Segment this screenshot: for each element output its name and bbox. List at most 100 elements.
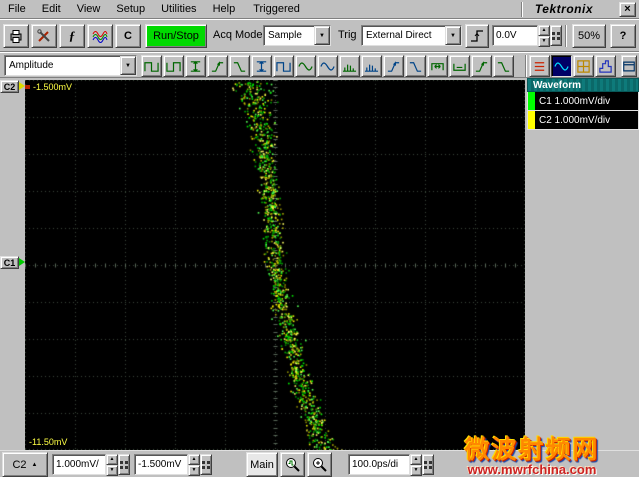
spin-down-icon[interactable]: ▼ bbox=[410, 465, 422, 476]
color-palette-icon[interactable] bbox=[573, 55, 594, 77]
oscilloscope-app: File Edit View Setup Utilities Help Trig… bbox=[0, 0, 639, 477]
amplitude-icon[interactable] bbox=[185, 55, 206, 77]
low-icon[interactable] bbox=[163, 55, 184, 77]
context-help-button[interactable]: ? bbox=[610, 24, 636, 48]
measurement-category-value: Amplitude bbox=[9, 60, 54, 71]
trig-level-input[interactable]: 0.0V bbox=[492, 25, 538, 46]
neg-width-icon[interactable] bbox=[449, 55, 470, 77]
main-timebase-label: Main bbox=[250, 458, 274, 471]
chevron-down-icon[interactable]: ▼ bbox=[120, 56, 136, 75]
mean-icon[interactable] bbox=[295, 55, 316, 77]
rise-time-icon[interactable] bbox=[471, 55, 492, 77]
magnifier-waveform-icon bbox=[286, 458, 300, 472]
spin-up-icon[interactable]: ▲ bbox=[538, 25, 550, 36]
waveform-panel: Waveform C1 1.000mV/div C2 1.000mV/div bbox=[527, 78, 639, 130]
keypad-icon[interactable] bbox=[118, 454, 130, 475]
measurement-category-select[interactable]: Amplitude ▼ bbox=[4, 55, 137, 76]
cycle-mean-icon[interactable] bbox=[317, 55, 338, 77]
waveform-list: C1 1.000mV/div C2 1.000mV/div bbox=[527, 92, 639, 130]
zoom-waveform-button[interactable] bbox=[280, 452, 305, 477]
acq-mode-label: Acq Mode bbox=[213, 29, 263, 41]
set-to-50-button[interactable]: 50% bbox=[572, 24, 606, 48]
watermark-line2: www.mwrfchina.com bbox=[467, 462, 597, 477]
peak-peak-icon[interactable] bbox=[251, 55, 272, 77]
tools-button[interactable] bbox=[31, 24, 57, 48]
menu-setup[interactable]: Setup bbox=[108, 1, 153, 17]
rising-edge-icon bbox=[471, 30, 483, 42]
waveform-colors-button[interactable] bbox=[87, 24, 113, 48]
spin-down-icon[interactable]: ▼ bbox=[106, 465, 118, 476]
neg-overshoot-icon[interactable] bbox=[405, 55, 426, 77]
mid-icon[interactable] bbox=[273, 55, 294, 77]
channel-color-swatch bbox=[528, 92, 535, 110]
math-button[interactable]: ƒ bbox=[59, 24, 85, 48]
rms-icon[interactable] bbox=[339, 55, 360, 77]
vertical-offset-input[interactable]: -1.500mV bbox=[134, 454, 188, 475]
max-icon[interactable] bbox=[207, 55, 228, 77]
dock-icon[interactable] bbox=[621, 55, 637, 77]
vertical-scale-input[interactable]: 1.000mV/ bbox=[52, 454, 106, 475]
spin-down-icon[interactable]: ▼ bbox=[188, 465, 200, 476]
main-toolbar: ƒ C Run/Stop Acq Mode Sample ▼ Trig Exte… bbox=[0, 19, 639, 52]
menu-file[interactable]: File bbox=[0, 1, 34, 17]
spin-up-icon[interactable]: ▲ bbox=[106, 454, 118, 465]
vertical-bottom-readout: -11.50mV bbox=[29, 437, 68, 447]
menu-utilities[interactable]: Utilities bbox=[153, 1, 204, 17]
chevron-down-icon[interactable]: ▼ bbox=[314, 26, 330, 45]
run-stop-label: Run/Stop bbox=[153, 30, 199, 42]
measurement-icon-strip bbox=[141, 55, 514, 77]
min-icon[interactable] bbox=[229, 55, 250, 77]
trig-level-control: 0.0V ▲ ▼ bbox=[492, 25, 562, 47]
menu-edit[interactable]: Edit bbox=[34, 1, 69, 17]
trig-source-select[interactable]: External Direct ▼ bbox=[361, 25, 462, 46]
math-icon: ƒ bbox=[68, 28, 76, 43]
waveform-row-c2[interactable]: C2 1.000mV/div bbox=[527, 111, 639, 130]
spin-down-icon[interactable]: ▼ bbox=[538, 36, 550, 47]
high-icon[interactable] bbox=[141, 55, 162, 77]
vertical-offset-control: -1.500mV ▲ ▼ bbox=[134, 454, 212, 476]
chevron-up-icon: ▲ bbox=[31, 461, 38, 468]
set-to-50-label: 50% bbox=[577, 30, 601, 42]
waveform-display-icon[interactable] bbox=[551, 55, 572, 77]
channel-marker-c2[interactable]: C2 bbox=[0, 80, 19, 93]
c2-position-arrow-icon bbox=[19, 82, 25, 90]
channel-select-button[interactable]: C2 ▲ bbox=[2, 452, 48, 477]
menu-view[interactable]: View bbox=[69, 1, 109, 17]
cycle-rms-icon[interactable] bbox=[361, 55, 382, 77]
fall-time-icon[interactable] bbox=[493, 55, 514, 77]
menu-help[interactable]: Help bbox=[205, 1, 244, 17]
clear-button[interactable]: C bbox=[115, 24, 141, 48]
timebase-input[interactable]: 100.0ps/di bbox=[348, 454, 410, 475]
histogram-icon[interactable] bbox=[595, 55, 616, 77]
print-button[interactable] bbox=[3, 24, 29, 48]
channel-color-swatch bbox=[528, 111, 535, 129]
help-icon: ? bbox=[619, 30, 627, 42]
waveform-row-c1[interactable]: C1 1.000mV/div bbox=[527, 92, 639, 111]
pos-width-icon[interactable] bbox=[427, 55, 448, 77]
acq-mode-select[interactable]: Sample ▼ bbox=[263, 25, 331, 46]
watermark: 微波射频网 www.mwrfchina.com bbox=[427, 437, 637, 477]
waveform-panel-header[interactable]: Waveform bbox=[527, 78, 639, 92]
c1-position-arrow-icon bbox=[19, 258, 25, 266]
channel-marker-c1[interactable]: C1 bbox=[0, 256, 19, 269]
menu-bar: File Edit View Setup Utilities Help Trig… bbox=[0, 0, 639, 19]
run-stop-button[interactable]: Run/Stop bbox=[145, 24, 207, 48]
close-button[interactable]: × bbox=[619, 2, 636, 17]
measurement-list-icon[interactable] bbox=[529, 55, 550, 77]
main-timebase-button[interactable]: Main bbox=[246, 452, 278, 477]
channel-scale-label: C2 1.000mV/div bbox=[539, 115, 611, 126]
keypad-icon[interactable] bbox=[200, 454, 212, 475]
vertical-top-readout: -1.500mV bbox=[33, 82, 73, 92]
pos-overshoot-icon[interactable] bbox=[383, 55, 404, 77]
watermark-line1: 微波射频网 bbox=[464, 436, 600, 465]
zoom-out-button[interactable] bbox=[307, 452, 332, 477]
spin-up-icon[interactable]: ▲ bbox=[188, 454, 200, 465]
trig-label: Trig bbox=[338, 29, 357, 41]
graticule-display: -1.500mV -11.50mV bbox=[25, 80, 525, 450]
chevron-down-icon[interactable]: ▼ bbox=[445, 26, 461, 45]
trig-slope-button[interactable] bbox=[465, 24, 489, 48]
view-icon-strip bbox=[529, 55, 616, 77]
spin-up-icon[interactable]: ▲ bbox=[410, 454, 422, 465]
clear-icon: C bbox=[124, 30, 132, 42]
keypad-icon[interactable] bbox=[550, 25, 562, 46]
